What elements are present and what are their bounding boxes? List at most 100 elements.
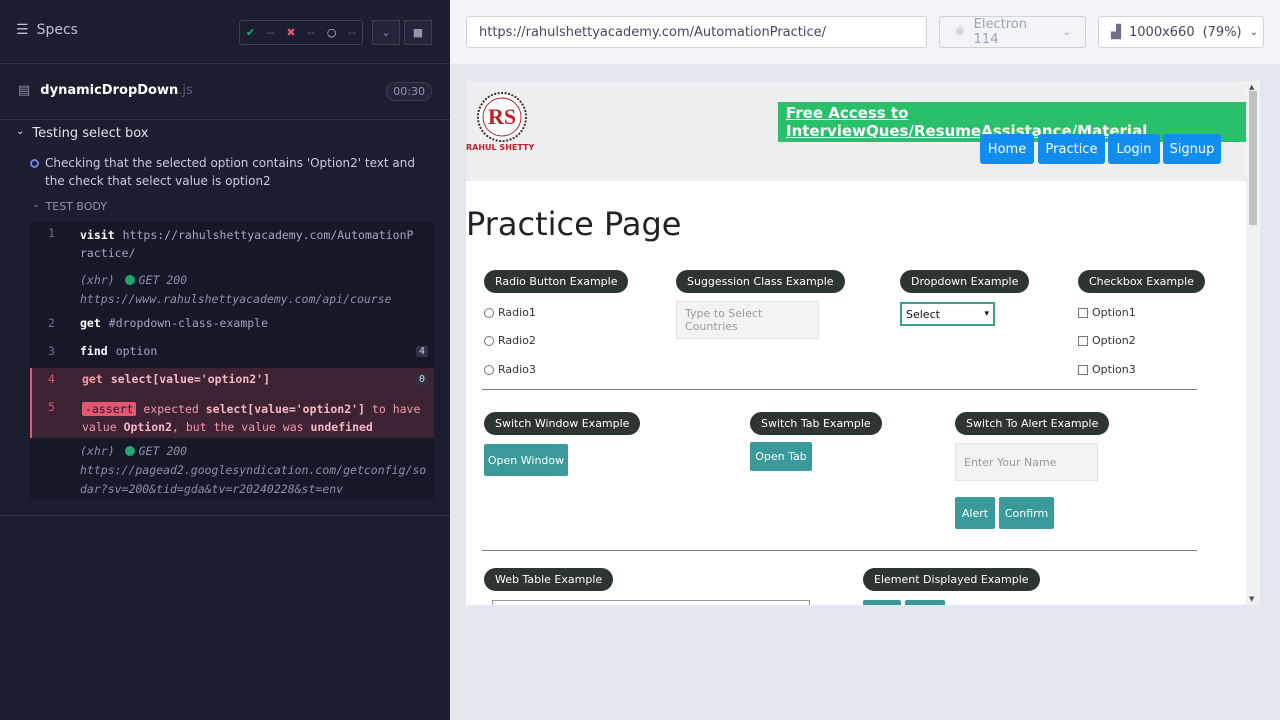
radio-option[interactable]: Radio3 [484,363,536,376]
test-stats: ✔ -- ✖ -- ○ -- [239,20,363,45]
radio-button[interactable] [484,335,494,346]
command-row[interactable]: 3 find option 4 [30,340,434,368]
status-dot-icon [124,446,135,456]
chevron-down-icon: ⌄ [32,200,40,210]
pending-icon: ○ [326,26,337,39]
spec-name: dynamicDropDown [40,83,179,98]
element-count-badge: 4 [415,346,428,357]
web-table [492,600,810,605]
section-divider [482,550,1197,551]
command-number: 5 [48,400,55,414]
xhr-row[interactable]: (xhr) GET 200 https://www.rahulshettyacade… [30,267,434,312]
dropdown-select[interactable]: Select ▾ [900,302,995,326]
assert-expected-value: Option2 [123,420,173,434]
element-displayed-section-label: Element Displayed Example [863,568,1040,591]
test-title[interactable]: Checking that the selected option contai… [30,154,430,190]
suite-title[interactable]: ⌄ Testing select box [16,126,148,141]
chevron-down-icon: ⌄ [1062,26,1071,38]
aut-header: https://rahulshettyacademy.com/Automatio… [450,0,1280,64]
xhr-label: (xhr) [80,444,115,458]
switch-window-section-label: Switch Window Example [484,412,641,435]
chevron-down-icon: ⌄ [16,126,25,137]
running-spinner-icon [30,159,39,168]
pending-count: -- [348,26,357,39]
chevron-down-icon: ▾ [984,309,989,319]
command-number: 1 [48,226,55,240]
name-input[interactable]: Enter Your Name [955,443,1098,481]
electron-icon: ⚛ [954,24,966,40]
element-count-badge: 0 [415,374,428,385]
viewport-size: 1000x660 [1129,24,1195,40]
test-body-toggle[interactable]: ⌄ TEST BODY [32,200,107,213]
chevron-down-icon[interactable]: ⌄ [372,20,400,45]
assertion-row-failed[interactable]: 5 -assert expected select[value='option2… [30,396,434,438]
show-button[interactable] [905,600,945,605]
command-log-panel: ☰ Specs ✔ -- ✖ -- ○ -- ⌄ ■ ▤ dynamicDropDow… [0,0,450,720]
radio-option[interactable]: Radio2 [484,334,536,347]
xhr-status: GET 200 [138,273,188,287]
hide-button[interactable] [863,600,901,605]
xhr-label: (xhr) [80,273,115,287]
xhr-status: GET 200 [138,444,188,458]
section-divider [482,389,1197,390]
confirm-button[interactable]: Confirm [999,497,1054,529]
assert-actual-value: undefined [310,420,373,434]
suite-label: Testing select box [32,126,149,141]
passed-icon: ✔ [245,26,256,39]
command-message: option [115,344,158,358]
checkbox-section-label: Checkbox Example [1078,270,1205,293]
checkbox-label: Option2 [1092,334,1136,347]
spec-file-row: ▤ dynamicDropDown.js 00:30 [0,64,450,120]
checkbox-label: Option1 [1092,306,1136,319]
command-row-failed[interactable]: 4 get select[value='option2'] 0 [30,368,434,396]
browser-selector[interactable]: ⚛ Electron 114 ⌄ [939,16,1086,48]
scroll-down-icon[interactable]: ▼ [1249,595,1254,603]
specs-header: ☰ Specs ✔ -- ✖ -- ○ -- ⌄ ■ [0,0,450,64]
assert-expected: expected [143,402,199,416]
command-row[interactable]: 1 visit https://rahulshettyacademy.com/Au… [30,222,434,267]
radio-label: Radio1 [498,306,536,319]
page-title: Practice Page [466,205,682,243]
checkbox-option[interactable]: Option2 [1078,334,1136,347]
checkbox[interactable] [1078,364,1088,375]
aut-scrollbar[interactable]: ▲ ▼ [1246,81,1260,605]
specs-label: Specs [36,22,78,38]
test-label: Checking that the selected option contai… [45,156,415,188]
scroll-thumb[interactable] [1249,91,1257,225]
xhr-row[interactable]: (xhr) GET 200 https://pagead2.googlesyndic… [30,438,434,500]
radio-button[interactable] [484,364,494,375]
nav-signup-button[interactable]: Signup [1163,134,1221,164]
nav-login-button[interactable]: Login [1108,134,1160,164]
ruler-icon: ▟ [1111,24,1121,40]
autocomplete-input[interactable]: Type to Select Countries [676,301,819,339]
divider [0,515,450,516]
checkbox-option[interactable]: Option3 [1078,363,1136,376]
nav-home-button[interactable]: Home [980,134,1034,164]
command-row[interactable]: 2 get #dropdown-class-example [30,312,434,340]
nav-practice-button[interactable]: Practice [1038,134,1105,164]
alert-button[interactable]: Alert [955,497,995,529]
command-name: find [80,344,108,358]
specs-toggle[interactable]: ☰ Specs [16,22,78,38]
radio-option[interactable]: Radio1 [484,306,536,319]
checkbox[interactable] [1078,307,1088,318]
viewport-zoom: (79%) [1202,24,1242,40]
dropdown-section-label: Dropdown Example [900,270,1030,293]
failed-count: -- [307,26,316,39]
command-number: 3 [48,344,55,358]
command-name: visit [80,228,115,242]
stop-button[interactable]: ■ [404,20,432,45]
radio-button[interactable] [484,307,494,318]
viewport-info[interactable]: ▟ 1000x660 (79%) ⌄ [1098,16,1264,48]
command-name: get [82,372,103,386]
open-tab-button[interactable]: Open Tab [750,442,812,471]
checkbox[interactable] [1078,335,1088,346]
checkbox-option[interactable]: Option1 [1078,306,1136,319]
spec-file-name[interactable]: ▤ dynamicDropDown.js [18,83,193,98]
scroll-up-icon[interactable]: ▲ [1249,83,1254,91]
alert-section-label: Switch To Alert Example [955,412,1110,435]
open-window-button[interactable]: Open Window [484,444,568,476]
aut-url-input[interactable]: https://rahulshettyacademy.com/Automatio… [466,16,927,48]
assert-label: -assert [82,402,137,416]
chevron-down-icon: ⌄ [1249,26,1259,38]
